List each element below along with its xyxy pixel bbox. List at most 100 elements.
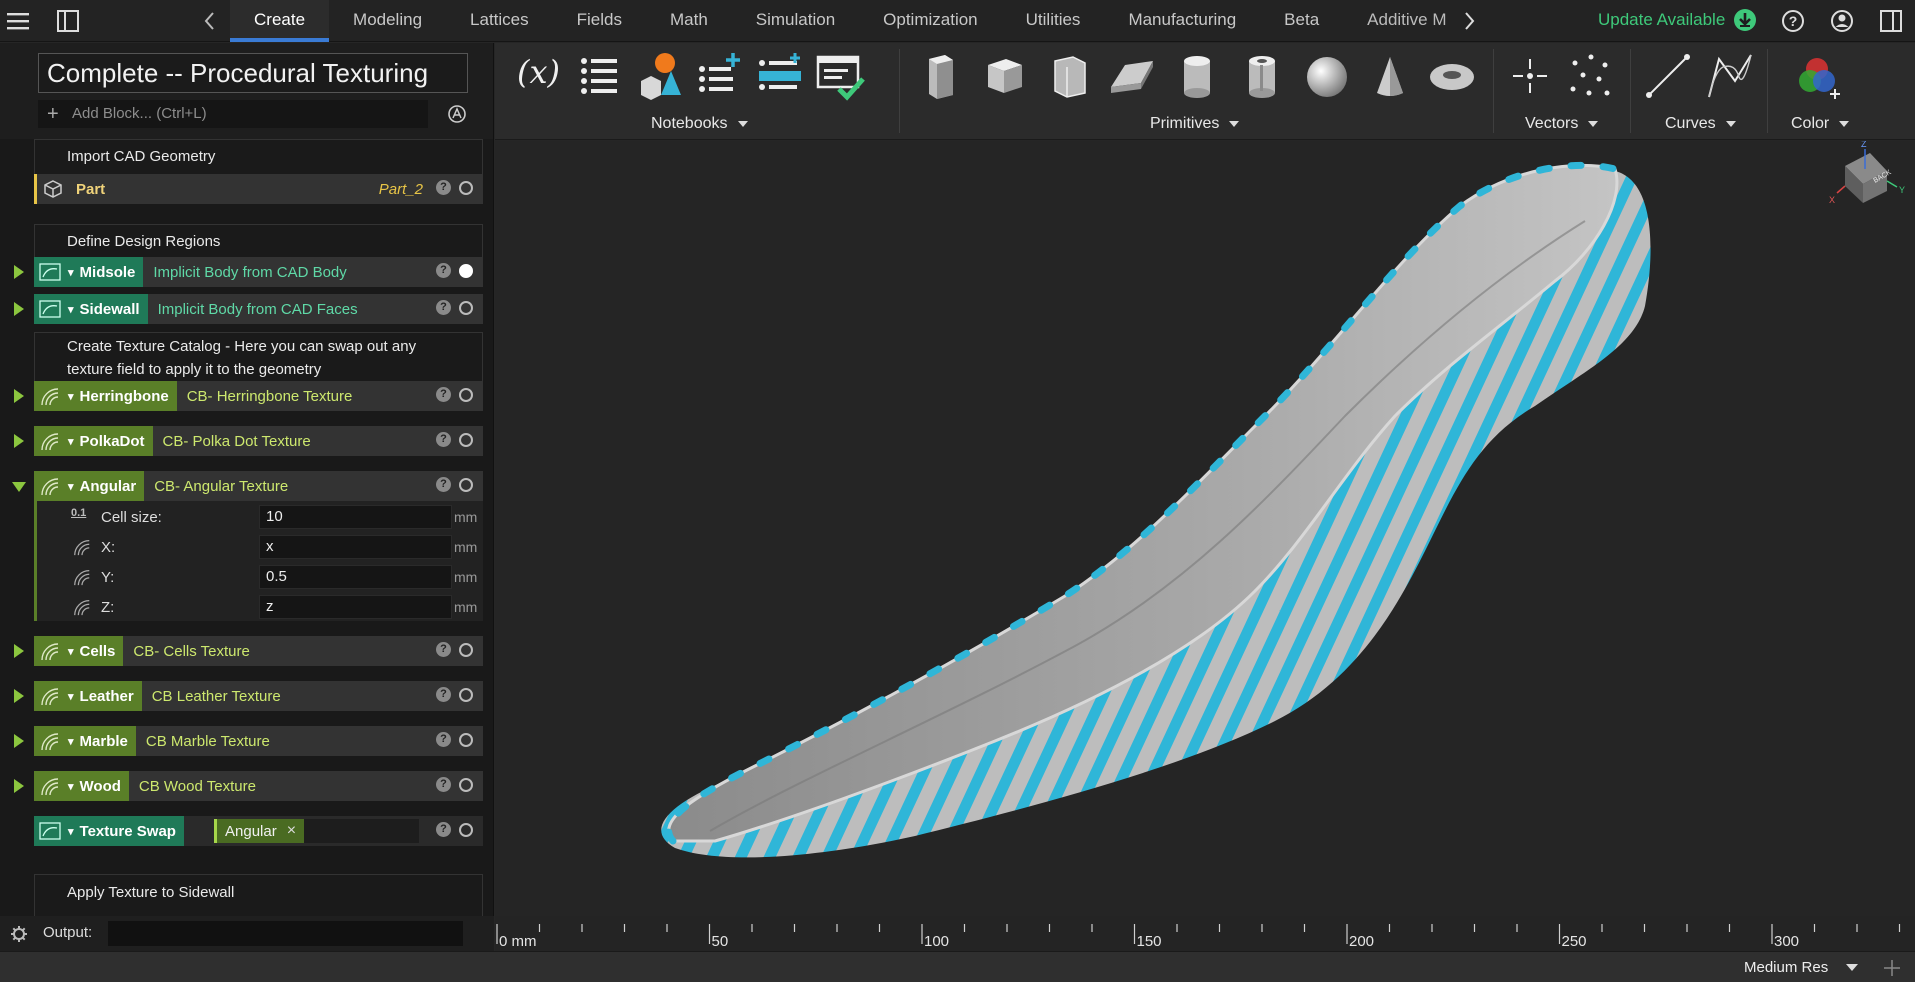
view-cube[interactable]: BACK Z Y X — [1815, 141, 1915, 231]
chevron-down-icon[interactable]: ▾ — [68, 690, 74, 703]
help-icon[interactable]: ? — [436, 387, 451, 402]
tab-modeling[interactable]: Modeling — [329, 0, 446, 42]
help-icon[interactable]: ? — [436, 642, 451, 657]
tab-additive[interactable]: Additive M — [1343, 0, 1460, 42]
hamburger-menu-icon[interactable] — [5, 8, 31, 34]
help-icon[interactable]: ? — [436, 432, 451, 447]
frame-box-icon[interactable] — [1045, 51, 1095, 101]
help-icon[interactable]: ? — [436, 732, 451, 747]
update-available-link[interactable]: Update Available — [1598, 8, 1757, 32]
primitives-dropdown[interactable]: Primitives — [1150, 115, 1240, 133]
expand-arrow-icon[interactable] — [14, 689, 24, 703]
account-icon[interactable] — [1829, 8, 1855, 34]
visibility-toggle[interactable] — [459, 687, 473, 702]
expand-arrow-icon[interactable] — [14, 265, 24, 279]
output-field[interactable] — [108, 921, 463, 946]
highlight-list-icon[interactable] — [755, 51, 805, 101]
help-icon[interactable]: ? — [436, 687, 451, 702]
expand-arrow-icon[interactable] — [14, 302, 24, 316]
expand-arrow-icon[interactable] — [14, 734, 24, 748]
block-polkadot[interactable]: ▾ PolkaDot CB- Polka Dot Texture ? — [14, 426, 483, 456]
visibility-toggle[interactable] — [459, 477, 473, 492]
visibility-toggle[interactable] — [459, 387, 473, 402]
z-input[interactable]: z — [259, 595, 452, 619]
chevron-down-icon[interactable]: ▾ — [68, 780, 74, 793]
block-part[interactable]: Part Part_2 ? — [34, 174, 483, 204]
chevron-down-icon[interactable]: ▾ — [68, 645, 74, 658]
help-icon[interactable]: ? — [436, 300, 451, 315]
3d-viewport[interactable]: BACK Z Y X — [495, 141, 1915, 916]
chevron-down-icon[interactable]: ▾ — [68, 435, 74, 448]
x-input[interactable]: x — [259, 535, 452, 559]
notebook-title[interactable]: Complete -- Procedural Texturing — [38, 53, 468, 93]
help-icon[interactable]: ? — [436, 777, 451, 792]
chevron-down-icon[interactable]: ▾ — [68, 266, 74, 279]
chevron-down-icon[interactable]: ▾ — [68, 825, 74, 838]
remove-chip-icon[interactable]: × — [287, 822, 296, 840]
sphere-icon[interactable] — [1302, 51, 1352, 101]
comment-block[interactable]: Apply Texture to Sidewall — [34, 874, 483, 916]
add-list-icon[interactable] — [695, 51, 745, 101]
help-icon[interactable]: ? — [436, 822, 451, 837]
gear-icon[interactable] — [10, 925, 28, 943]
resolution-dropdown[interactable]: Medium Res — [1744, 952, 1859, 982]
block-leather[interactable]: ▾ Leather CB Leather Texture ? — [14, 681, 483, 711]
chevron-down-icon[interactable]: ▾ — [68, 480, 74, 493]
shoe-midsole-model[interactable] — [495, 141, 1915, 916]
block-herringbone[interactable]: ▾ Herringbone CB- Herringbone Texture ? — [14, 381, 483, 411]
expand-arrow-icon[interactable] — [14, 389, 24, 403]
help-icon[interactable]: ? — [436, 263, 451, 278]
collapse-arrow-icon[interactable] — [12, 482, 26, 492]
torus-icon[interactable] — [1427, 51, 1477, 101]
color-dropdown[interactable]: Color — [1791, 115, 1850, 133]
tab-manufacturing[interactable]: Manufacturing — [1104, 0, 1260, 42]
tab-lattices[interactable]: Lattices — [446, 0, 553, 42]
add-block-input[interactable]: + Add Block... (Ctrl+L) — [38, 100, 428, 128]
help-icon[interactable]: ? — [436, 477, 451, 492]
chevron-down-icon[interactable]: ▾ — [68, 735, 74, 748]
visibility-toggle[interactable] — [459, 777, 473, 792]
tab-simulation[interactable]: Simulation — [732, 0, 859, 42]
box-icon[interactable] — [980, 51, 1030, 101]
chevron-down-icon[interactable]: ▾ — [68, 390, 74, 403]
cell-size-input[interactable]: 10 — [259, 505, 452, 529]
chevron-down-icon[interactable]: ▾ — [68, 303, 74, 316]
visibility-toggle[interactable] — [459, 180, 473, 195]
box-tall-icon[interactable] — [915, 51, 965, 101]
point-cloud-icon[interactable] — [1565, 51, 1615, 101]
color-picker-icon[interactable] — [1795, 51, 1845, 101]
point-icon[interactable] — [1505, 51, 1555, 101]
checklist-icon[interactable] — [815, 51, 865, 101]
block-search-icon[interactable] — [446, 103, 468, 125]
tab-beta[interactable]: Beta — [1260, 0, 1343, 42]
visibility-toggle[interactable] — [459, 300, 473, 315]
tabs-scroll-left-icon[interactable] — [197, 8, 223, 34]
help-icon[interactable]: ? — [1780, 8, 1806, 34]
tabs-scroll-right-icon[interactable] — [1456, 8, 1482, 34]
toggle-left-panel-icon[interactable] — [55, 8, 81, 34]
cylinder-icon[interactable] — [1172, 51, 1222, 101]
block-texture-swap[interactable]: ▾ Texture Swap Angular × ? — [34, 816, 483, 846]
block-sidewall[interactable]: ▾ Sidewall Implicit Body from CAD Faces … — [14, 294, 483, 324]
block-angular[interactable]: ▾ Angular CB- Angular Texture ? — [12, 471, 483, 501]
comment-block[interactable]: Define Design Regions — [34, 224, 483, 257]
curves-dropdown[interactable]: Curves — [1665, 115, 1736, 133]
help-icon[interactable]: ? — [436, 180, 451, 195]
visibility-toggle[interactable] — [459, 642, 473, 657]
vectors-dropdown[interactable]: Vectors — [1525, 115, 1599, 133]
tab-optimization[interactable]: Optimization — [859, 0, 1001, 42]
toggle-right-panel-icon[interactable] — [1878, 8, 1904, 34]
texture-swap-input[interactable]: Angular × — [214, 819, 419, 843]
expand-arrow-icon[interactable] — [14, 434, 24, 448]
expand-arrow-icon[interactable] — [14, 779, 24, 793]
visibility-toggle[interactable] — [459, 432, 473, 447]
y-input[interactable]: 0.5 — [259, 565, 452, 589]
comment-block[interactable]: Create Texture Catalog - Here you can sw… — [34, 332, 483, 381]
line-icon[interactable] — [1643, 51, 1693, 101]
comment-block[interactable]: Import CAD Geometry — [34, 139, 483, 174]
shapes-icon[interactable] — [635, 51, 685, 101]
visibility-toggle[interactable] — [459, 822, 473, 837]
visibility-toggle[interactable] — [459, 263, 473, 278]
tab-create[interactable]: Create — [230, 0, 330, 42]
polyline-icon[interactable] — [1705, 51, 1755, 101]
